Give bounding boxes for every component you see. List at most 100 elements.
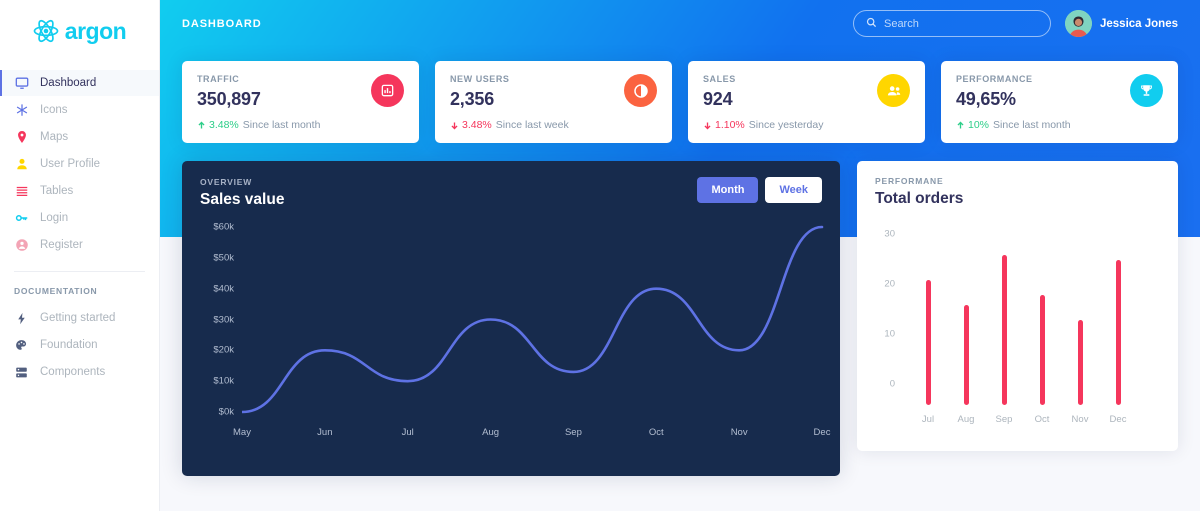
bar: [1115, 260, 1121, 405]
stat-label: PERFORMANCE: [956, 74, 1033, 84]
sidebar-item-register[interactable]: Register: [0, 232, 159, 258]
sales-value-chart-card: OVERVIEW Sales value Month Week $0k $10k $…: [182, 161, 840, 476]
pie-chart-icon: [624, 74, 657, 107]
stat-note: Since last month: [993, 119, 1071, 131]
user-menu[interactable]: Jessica Jones: [1064, 10, 1178, 37]
brand-logo-area[interactable]: argon: [0, 0, 159, 56]
page-title: DASHBOARD: [182, 17, 262, 30]
bar: [1039, 295, 1045, 405]
y-axis-tick-label: $20k: [213, 344, 234, 356]
y-axis-tick-label: 10: [884, 328, 895, 340]
list-icon: [14, 184, 29, 199]
chart-title: Sales value: [200, 191, 285, 208]
sidebar-item-login[interactable]: Login: [0, 205, 159, 231]
user-name: Jessica Jones: [1099, 17, 1178, 30]
search-icon: [866, 15, 877, 33]
y-axis-tick-label: 0: [889, 378, 895, 390]
sidebar-item-label: Foundation: [40, 339, 98, 351]
charts-row: OVERVIEW Sales value Month Week $0k $10k $…: [160, 161, 1200, 476]
y-axis-tick-label: 30: [884, 228, 895, 240]
sidebar-item-user-profile[interactable]: User Profile: [0, 151, 159, 177]
trophy-icon: [1130, 74, 1163, 107]
map-pin-icon: [14, 130, 29, 145]
chart-title: Total orders: [875, 190, 964, 207]
sidebar: argon Dashboard Icons Maps User Profile …: [0, 0, 160, 511]
y-axis-tick-label: $30k: [213, 314, 234, 325]
monitor-icon: [14, 76, 29, 91]
x-axis-tick-label: Jun: [317, 427, 333, 438]
sales-line-plot: $0k $10k $20k $30k $40k $50k $60k May Jun Jul Aug S…: [200, 219, 830, 439]
sidebar-item-label: Components: [40, 366, 106, 378]
components-icon: [14, 365, 29, 380]
stat-label: TRAFFIC: [197, 74, 240, 84]
stat-value: 350,897: [197, 89, 261, 109]
total-orders-bar-plot: 0 10 20 30 Jul Aug Sep Oct Nov Dec: [875, 226, 1160, 431]
x-axis-tick-label: Jul: [401, 427, 414, 438]
stat-card-traffic: TRAFFIC 350,897 3.48% Since last month: [182, 61, 419, 143]
main-content: DASHBOARD Search Jessica Jones TRAFFIC 3…: [160, 0, 1200, 511]
stat-cards: TRAFFIC 350,897 3.48% Since last month N…: [160, 61, 1200, 143]
stat-value: 2,356: [450, 89, 495, 109]
sidebar-item-components[interactable]: Components: [0, 359, 159, 385]
x-axis-tick-label: Oct: [1034, 414, 1050, 425]
bar: [925, 280, 931, 405]
palette-icon: [14, 338, 29, 353]
x-axis-tick-label: Aug: [957, 414, 975, 425]
sidebar-item-maps[interactable]: Maps: [0, 124, 159, 150]
arrow-down-icon: [451, 122, 458, 129]
sidebar-item-getting-started[interactable]: Getting started: [0, 305, 159, 331]
stat-label: SALES: [703, 74, 736, 84]
y-axis-tick-label: $10k: [213, 375, 234, 387]
sidebar-item-label: Register: [40, 239, 83, 251]
y-axis-tick-label: $40k: [213, 283, 234, 295]
stat-note: Since last month: [242, 119, 321, 131]
users-icon: [877, 74, 910, 107]
dashboard-app: argon Dashboard Icons Maps User Profile …: [0, 0, 1200, 511]
chart-range-toggle: Month Week: [697, 177, 822, 203]
stat-card-performance: PERFORMANCE 49,65% 10% Since last month: [941, 61, 1178, 143]
stat-delta: 3.48%: [197, 119, 239, 131]
sidebar-item-label: Dashboard: [40, 77, 97, 89]
bar: [1077, 320, 1083, 405]
avatar: [1064, 10, 1092, 37]
sidebar-item-foundation[interactable]: Foundation: [0, 332, 159, 358]
x-axis-tick-label: Sep: [564, 427, 582, 438]
sidebar-item-label: User Profile: [40, 158, 101, 170]
bar-chart-icon: [371, 74, 404, 107]
y-axis-tick-label: $0k: [218, 406, 234, 418]
lightning-icon: [14, 311, 29, 326]
brand-name: argon: [64, 17, 127, 44]
snowflake-icon: [14, 103, 29, 118]
sidebar-section-title: DOCUMENTATION: [14, 286, 98, 296]
stat-delta: 10%: [956, 119, 989, 131]
tab-month[interactable]: Month: [697, 177, 759, 203]
x-axis-tick-label: Dec: [813, 427, 831, 438]
sidebar-nav: Dashboard Icons Maps User Profile Tables…: [0, 70, 159, 258]
sidebar-divider: [14, 271, 145, 272]
stat-delta: 3.48%: [450, 119, 492, 131]
sales-line-series: [242, 225, 824, 414]
topbar: DASHBOARD Search Jessica Jones: [160, 0, 1200, 47]
tab-week[interactable]: Week: [765, 177, 822, 203]
arrow-up-icon: [198, 121, 205, 128]
search-input[interactable]: [883, 17, 1038, 30]
sidebar-item-tables[interactable]: Tables: [0, 178, 159, 204]
account-circle-icon: [14, 238, 29, 253]
x-axis-tick-label: May: [233, 427, 251, 438]
x-axis-tick-label: Oct: [648, 427, 664, 438]
user-icon: [14, 157, 29, 172]
search-box[interactable]: [852, 10, 1051, 37]
sidebar-item-dashboard[interactable]: Dashboard: [0, 70, 159, 96]
stat-card-new-users: NEW USERS 2,356 3.48% Since last week: [435, 61, 672, 143]
sidebar-item-label: Maps: [40, 131, 69, 143]
x-axis-tick-label: Sep: [995, 414, 1013, 425]
sidebar-item-label: Login: [40, 212, 69, 224]
x-axis-tick-label: Nov: [1071, 414, 1089, 425]
x-axis-tick-label: Nov: [730, 427, 748, 438]
sidebar-doc-nav: Getting started Foundation Components: [0, 305, 159, 385]
sidebar-item-icons[interactable]: Icons: [0, 97, 159, 123]
total-orders-chart-card: PERFORMANE Total orders 0 10 20 30 Jul Aug Sep…: [857, 161, 1178, 451]
chart-eyebrow: OVERVIEW: [200, 177, 253, 187]
stat-note: Since yesterday: [748, 119, 824, 131]
stat-value: 49,65%: [956, 89, 1016, 109]
